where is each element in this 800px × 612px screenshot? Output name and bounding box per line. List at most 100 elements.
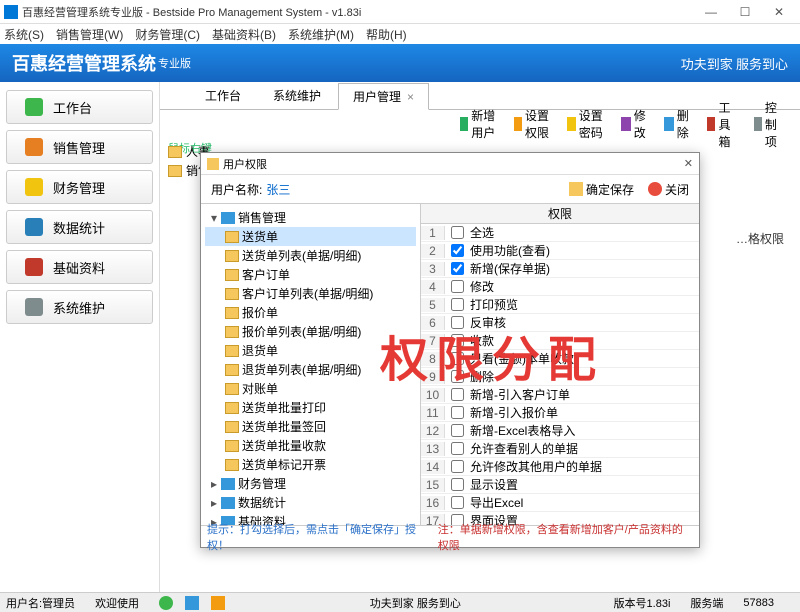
footer-hint-2: 注：单据新增权限，含查看新增加客户/产品资料的权限 [438,521,693,553]
row-number: 14 [421,460,445,474]
sidebar-button[interactable]: 财务管理 [6,170,153,204]
permission-header: 权限 [421,204,699,224]
tab[interactable]: 工作台 [190,82,256,109]
permission-dialog: 用户权限 ✕ 用户名称: 张三 确定保存 关闭 ▾销售管理送货单送货单列表(单据… [200,152,700,548]
tree-node[interactable]: ▸财务管理 [205,474,416,493]
toolbar-button[interactable]: 控制项 [754,99,786,150]
page-icon [225,440,239,452]
dialog-close-icon[interactable]: ✕ [684,157,693,170]
toolbar-button[interactable]: 工具箱 [707,99,739,150]
tab[interactable]: 用户管理× [338,83,429,110]
menu-item[interactable]: 销售管理(W) [56,26,123,43]
user-icon[interactable] [159,596,173,610]
tree-node[interactable]: 报价单 [205,303,416,322]
menu-item[interactable]: 帮助(H) [366,26,407,43]
permission-checkbox[interactable] [451,406,464,419]
sidebar-button[interactable]: 数据统计 [6,210,153,244]
permission-row: 1全选 [421,224,699,242]
permission-checkbox[interactable] [451,370,464,383]
close-button[interactable]: 关闭 [648,181,689,198]
toolbar-button[interactable]: 修改 [621,107,650,141]
expand-icon[interactable]: ▸ [209,496,219,510]
tree-node[interactable]: ▸数据统计 [205,493,416,512]
permission-checkbox[interactable] [451,424,464,437]
sidebar-icon [25,178,43,196]
tree-node[interactable]: 送货单批量收款 [205,436,416,455]
permission-checkbox[interactable] [451,352,464,365]
permission-row: 8只看(金额)本单收款 [421,350,699,368]
permission-label: 新增-引入报价单 [470,404,558,421]
toolbar-button[interactable]: 删除 [664,107,693,141]
sidebar-button[interactable]: 基础资料 [6,250,153,284]
permission-checkbox[interactable] [451,280,464,293]
toolbar-icon [754,117,762,131]
toolbar-icon [707,117,715,131]
tree-node[interactable]: 退货单列表(单据/明细) [205,360,416,379]
tree-node[interactable]: 送货单批量签回 [205,417,416,436]
sidebar-label: 财务管理 [53,178,105,197]
sidebar-label: 系统维护 [53,298,105,317]
permission-pane: 权限 1全选2使用功能(查看)3新增(保存单据)4修改5打印预览6反审核7收款8… [421,204,699,525]
toolbar-label: 修改 [634,107,650,141]
tree-label: 对账单 [242,380,278,397]
permission-checkbox[interactable] [451,262,464,275]
tree-label: 退货单列表(单据/明细) [242,361,361,378]
menu-item[interactable]: 基础资料(B) [212,26,276,43]
tree-node[interactable]: ▾销售管理 [205,208,416,227]
permission-checkbox[interactable] [451,244,464,257]
row-number: 13 [421,442,445,456]
tree-node[interactable]: 送货单批量打印 [205,398,416,417]
page-icon [225,231,239,243]
banner: 百惠经营管理系统 专业版 功夫到家 服务到心 [0,44,800,82]
tab-close-icon[interactable]: × [407,90,414,104]
minimize-button[interactable]: — [694,5,728,19]
tree-node[interactable]: 送货单标记开票 [205,455,416,474]
permission-checkbox[interactable] [451,442,464,455]
toolbar-icon [621,117,631,131]
toolbar-button[interactable]: 设置密码 [567,107,607,141]
maximize-button[interactable]: ☐ [728,5,762,19]
tree-node[interactable]: 送货单列表(单据/明细) [205,246,416,265]
permission-checkbox[interactable] [451,316,464,329]
sidebar-button[interactable]: 销售管理 [6,130,153,164]
menu-item[interactable]: 财务管理(C) [135,26,200,43]
collapse-icon[interactable]: ▾ [209,211,219,225]
menu-item[interactable]: 系统(S) [4,26,44,43]
tree-node[interactable]: 送货单 [205,227,416,246]
toolbar-button[interactable]: 新增用户 [460,107,500,141]
tab[interactable]: 系统维护 [258,82,336,109]
permission-checkbox[interactable] [451,334,464,347]
tree-node[interactable]: 退货单 [205,341,416,360]
permission-checkbox[interactable] [451,226,464,239]
username-label: 用户名称: [211,181,262,198]
status-num: 57883 [743,597,774,609]
menu-item[interactable]: 系统维护(M) [288,26,354,43]
tree-label: 送货单批量打印 [242,399,326,416]
row-number: 16 [421,496,445,510]
toolbar-button[interactable]: 设置权限 [514,107,554,141]
permission-checkbox[interactable] [451,496,464,509]
tree-node[interactable]: 客户订单列表(单据/明细) [205,284,416,303]
folder-icon [168,146,182,158]
permission-row: 11新增-引入报价单 [421,404,699,422]
sidebar-button[interactable]: 工作台 [6,90,153,124]
permission-checkbox[interactable] [451,388,464,401]
expand-icon[interactable]: ▸ [209,477,219,491]
permission-checkbox[interactable] [451,460,464,473]
tree-node[interactable]: 报价单列表(单据/明细) [205,322,416,341]
tree-label: 报价单列表(单据/明细) [242,323,361,340]
module-tree[interactable]: ▾销售管理送货单送货单列表(单据/明细)客户订单客户订单列表(单据/明细)报价单… [201,204,421,525]
note-icon[interactable] [211,596,225,610]
tree-label: 客户订单 [242,266,290,283]
permission-checkbox[interactable] [451,298,464,311]
tree-node[interactable]: 客户订单 [205,265,416,284]
calc-icon[interactable] [185,596,199,610]
row-number: 15 [421,478,445,492]
row-number: 1 [421,226,445,240]
permission-checkbox[interactable] [451,478,464,491]
tree-node[interactable]: 对账单 [205,379,416,398]
close-button[interactable]: ✕ [762,5,796,19]
sidebar-button[interactable]: 系统维护 [6,290,153,324]
page-icon [225,383,239,395]
save-button[interactable]: 确定保存 [569,181,634,198]
